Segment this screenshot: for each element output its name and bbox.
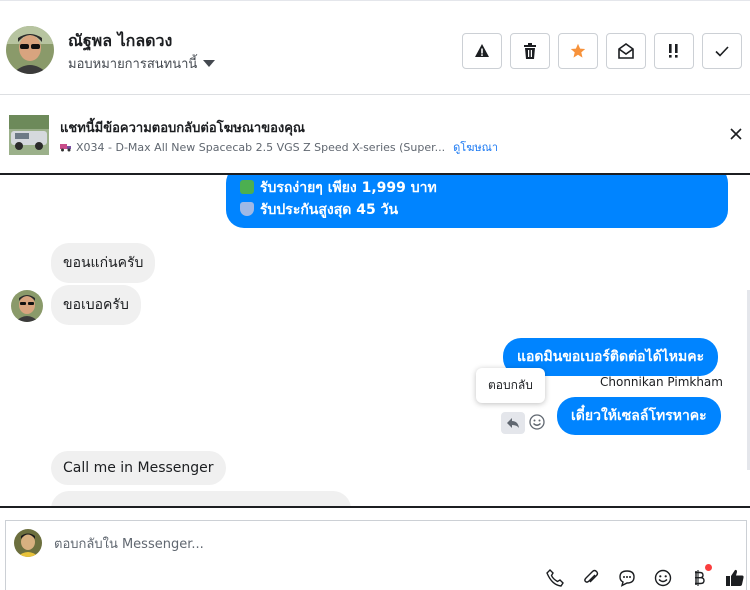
spam-button[interactable] <box>462 33 502 69</box>
sender-name: Chonnikan Pimkham <box>600 375 723 389</box>
ad-reply-banner: แชทนี้มีข้อความตอบกลับต่อโฆษณาของคุณ X03… <box>0 95 750 175</box>
mark-done-button[interactable] <box>702 33 742 69</box>
conversation-header: ณัฐพล ไกลดวง มอบหมายการสนทนานี้ <box>0 0 750 95</box>
contact-name[interactable]: ณัฐพล ไกลดวง <box>68 29 172 54</box>
trash-icon <box>524 43 536 59</box>
caret-down-icon <box>203 60 216 67</box>
call-button[interactable] <box>544 567 566 589</box>
baht-icon <box>695 570 705 586</box>
contact-avatar-small <box>11 290 43 322</box>
notification-dot <box>705 564 712 571</box>
check-icon <box>715 46 729 57</box>
message-bubble-incoming-partial[interactable] <box>51 491 351 506</box>
close-icon[interactable] <box>728 126 744 142</box>
like-button[interactable] <box>724 567 746 589</box>
ad-thumbnail[interactable] <box>9 115 49 155</box>
message-input[interactable] <box>54 533 534 555</box>
reply-tooltip: ตอบกลับ <box>476 368 545 403</box>
reply-arrow-icon <box>507 418 519 428</box>
attach-button[interactable] <box>580 567 602 589</box>
truck-icon <box>60 144 71 152</box>
message-bubble-incoming[interactable]: Call me in Messenger <box>51 451 226 485</box>
follow-up-button[interactable] <box>654 33 694 69</box>
envelope-open-icon <box>618 43 634 59</box>
chat-bubble-icon <box>619 570 635 587</box>
payment-button[interactable] <box>688 564 712 589</box>
saved-replies-button[interactable] <box>616 567 638 589</box>
star-button[interactable] <box>558 33 598 69</box>
delete-button[interactable] <box>510 33 550 69</box>
message-bubble-outgoing[interactable]: รับรถง่ายๆ เพียง 1,999 บาท รับประกันสูงส… <box>226 175 728 228</box>
message-composer <box>5 520 747 590</box>
smiley-icon <box>654 569 672 587</box>
ad-banner-subtitle: X034 - D-Max All New Spacecab 2.5 VGS Z … <box>60 138 498 156</box>
message-bubble-incoming[interactable]: ขอเบอครับ <box>51 285 141 325</box>
thumbs-up-icon <box>726 569 744 586</box>
assign-conversation-dropdown[interactable]: มอบหมายการสนทนานี้ <box>68 53 216 74</box>
message-bubble-incoming[interactable]: ขอนแก่นครับ <box>51 243 156 283</box>
message-line: รับรถง่ายๆ เพียง 1,999 บาท <box>240 177 714 199</box>
star-icon <box>570 43 586 58</box>
conversation-actions <box>462 33 742 69</box>
message-bubble-outgoing[interactable]: เดี๋ยวให้เซลล์โทรหาคะ <box>557 397 721 435</box>
message-thread[interactable]: รับรถง่ายๆ เพียง 1,999 บาท รับประกันสูงส… <box>0 175 750 508</box>
view-ad-link[interactable]: ดูโฆษณา <box>453 138 498 156</box>
emoji-button[interactable] <box>652 567 674 589</box>
warning-icon <box>475 44 489 57</box>
reply-button[interactable] <box>501 412 525 434</box>
ad-banner-title: แชทนี้มีข้อความตอบกลับต่อโฆษณาของคุณ <box>60 121 305 136</box>
phone-icon <box>546 569 564 587</box>
assign-label: มอบหมายการสนทนานี้ <box>68 57 198 72</box>
paperclip-icon <box>584 569 599 583</box>
exclamation-icon <box>669 44 678 58</box>
smiley-icon <box>529 414 545 430</box>
composer-tools <box>544 564 746 589</box>
shield-emoji-icon <box>240 202 254 216</box>
react-button[interactable] <box>528 412 546 432</box>
page-avatar <box>14 529 42 557</box>
check-mark-emoji-icon <box>240 180 254 194</box>
mark-unread-button[interactable] <box>606 33 646 69</box>
contact-avatar[interactable] <box>6 26 54 74</box>
message-line: รับประกันสูงสุด 45 วัน <box>240 199 714 221</box>
ad-name: X034 - D-Max All New Spacecab 2.5 VGS Z … <box>76 140 446 154</box>
